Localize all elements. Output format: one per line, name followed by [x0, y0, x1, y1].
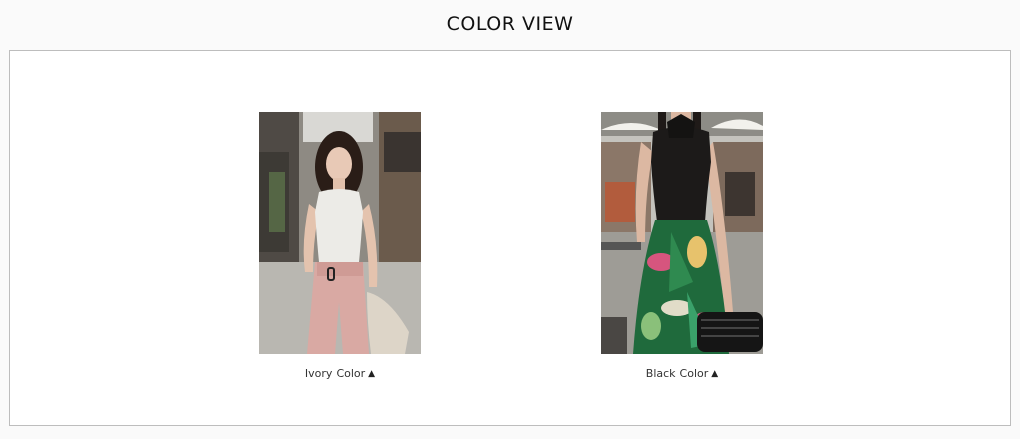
color-view-panel: Ivory Color ▲ Black Color ▲ — [9, 50, 1011, 426]
ivory-color-name: Ivory — [304, 367, 333, 380]
ivory-caption[interactable]: Ivory Color ▲ — [219, 367, 461, 380]
triangle-up-icon[interactable]: ▲ — [368, 369, 375, 379]
black-caption[interactable]: Black Color ▲ — [561, 367, 803, 380]
color-option-ivory[interactable]: Ivory Color ▲ — [259, 112, 421, 380]
black-product-photo — [601, 112, 763, 354]
black-color-name: Black — [645, 367, 676, 380]
color-option-black[interactable]: Black Color ▲ — [601, 112, 763, 380]
ivory-color-suffix: Color — [336, 367, 366, 380]
page-title: COLOR VIEW — [446, 13, 574, 35]
color-view-page: COLOR VIEW Ivory Color ▲ Black Color ▲ — [0, 0, 1020, 439]
black-color-suffix: Color — [679, 367, 709, 380]
ivory-product-photo — [259, 112, 421, 354]
triangle-up-icon[interactable]: ▲ — [711, 369, 718, 379]
